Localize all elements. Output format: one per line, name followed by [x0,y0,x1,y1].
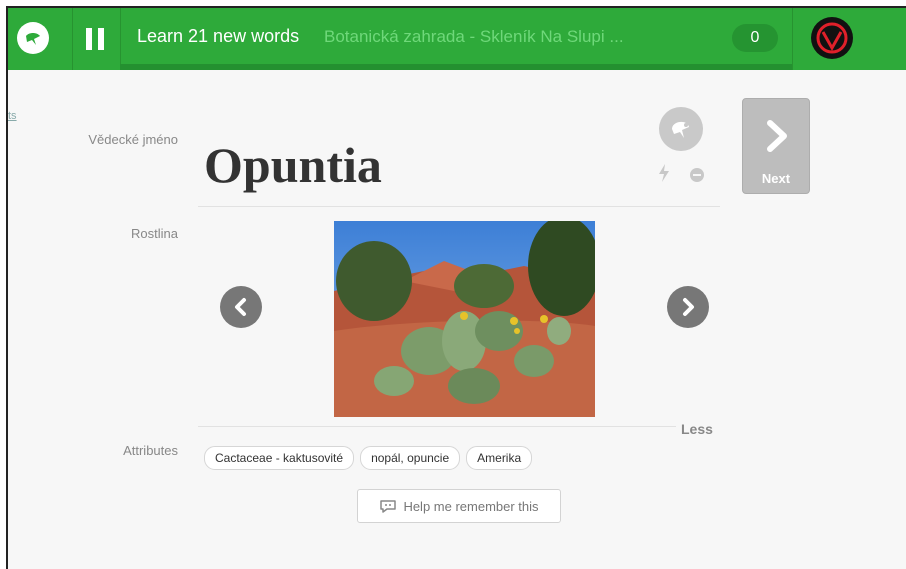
attribute-tag: nopál, opuncie [360,446,461,470]
scientific-name-label: Vědecké jméno [88,132,178,147]
help-label: Help me remember this [403,498,539,514]
next-image-button[interactable] [667,286,709,328]
pause-icon[interactable] [86,28,106,50]
course-name: Botanická zahrada - Skleník Na Slupi ... [324,27,624,46]
less-toggle[interactable]: Less [681,421,713,437]
plant-photo [334,221,595,417]
divider [792,8,793,70]
divider [120,8,121,70]
divider [198,206,720,207]
divider [72,8,73,70]
plant-label: Rostlina [131,226,178,241]
chevron-left-circle-icon [235,298,246,316]
app-frame: Learn 21 new words Botanická zahrada - S… [6,6,906,569]
lightning-icon[interactable] [658,164,670,182]
divider [198,426,676,427]
minus-circle-icon[interactable] [690,168,704,182]
session-title: Learn 21 new words [137,26,300,46]
previous-image-button[interactable] [220,286,262,328]
progress-track [120,64,792,70]
sidebar-link[interactable]: ts [8,110,17,122]
speech-bubble-icon [380,500,397,513]
next-button[interactable]: Next [742,98,810,194]
brain-bulb-icon[interactable] [659,107,703,151]
score-badge: 0 [732,24,778,52]
chevron-right-circle-icon [683,298,694,316]
attribute-tag: Amerika [466,446,533,470]
attribute-tag: Cactaceae - kaktusovité [204,446,355,470]
memrise-logo-icon[interactable] [17,22,49,54]
avatar[interactable] [811,17,853,59]
attribute-tags: Cactaceae - kaktusovité nopál, opuncie A… [204,446,533,470]
learned-word: Opuntia [204,137,382,193]
next-label: Next [761,171,791,186]
chevron-right-icon [767,120,787,152]
top-bar: Learn 21 new words Botanická zahrada - S… [8,8,906,70]
help-remember-button[interactable]: Help me remember this [357,489,561,523]
attributes-label: Attributes [123,443,178,458]
